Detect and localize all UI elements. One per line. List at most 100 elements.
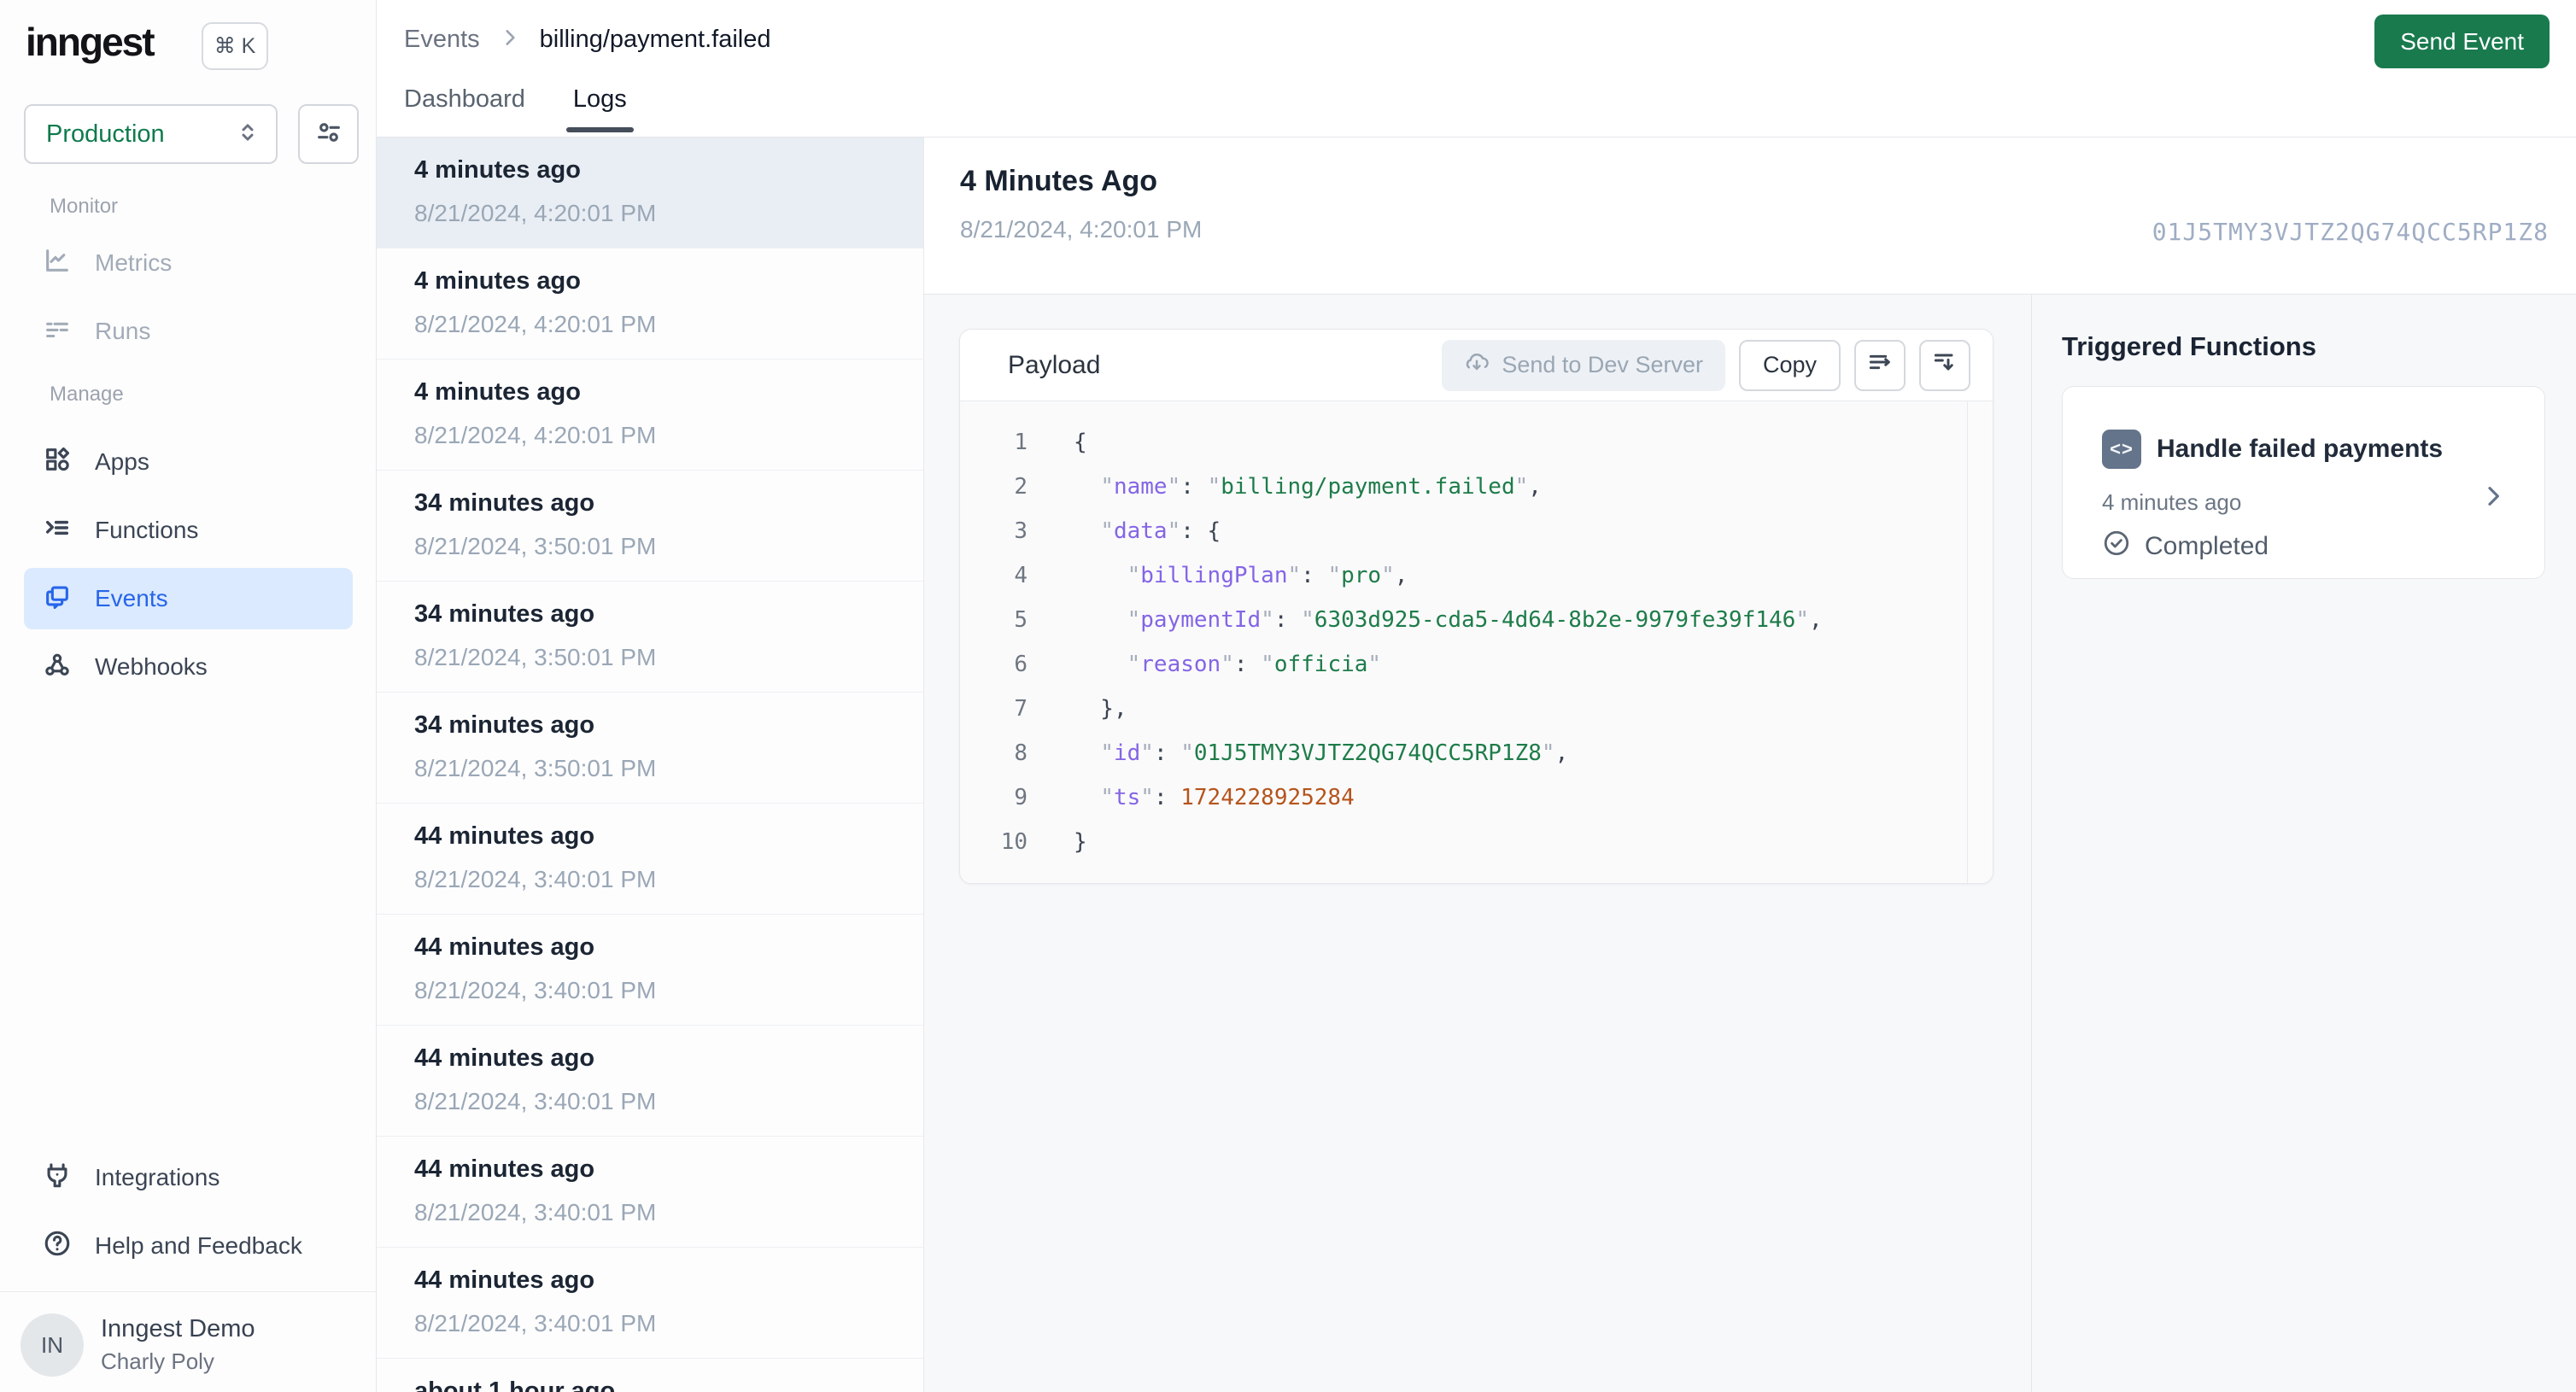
payload-code-lines: 1{2 "name": "billing/payment.failed", 3 "… [960,420,1993,864]
sidebar-item-runs[interactable]: Runs [24,301,353,362]
sidebar-divider [0,1291,377,1292]
code-line: 6 "reason": "officia" [960,642,1993,687]
sidebar-item-help-feedback[interactable]: Help and Feedback [24,1215,353,1277]
event-item-timestamp: 8/21/2024, 4:20:01 PM [414,200,657,226]
event-item-timestamp: 8/21/2024, 3:40:01 PM [414,866,657,892]
code-line: 2 "name": "billing/payment.failed", [960,465,1993,509]
check-circle-icon [2102,529,2131,564]
tab-dashboard[interactable]: Dashboard [404,85,525,132]
user-menu[interactable]: IN Inngest Demo Charly Poly [20,1313,362,1377]
function-code-icon: <> [2102,430,2141,469]
triggered-function-status: Completed [2102,529,2269,564]
sidebar-item-label: Webhooks [95,653,208,680]
status-label: Completed [2145,532,2269,560]
code-line: 8 "id": "01J5TMY3VJTZ2QG74QCC5RP1Z8", [960,731,1993,775]
payload-card: Payload Send to Dev Server Copy 1 {2 "n… [959,329,1993,884]
event-list-item[interactable]: 44 minutes ago 8/21/2024, 3:40:01 PM [377,915,923,1026]
event-item-timestamp: 8/21/2024, 3:40:01 PM [414,977,657,1003]
app-window: inngest ⌘ K Production Monitor Metrics R… [0,0,2576,1392]
breadcrumb: Events billing/payment.failed [404,26,771,54]
event-list-item[interactable]: 44 minutes ago 8/21/2024, 3:40:01 PM [377,804,923,915]
event-list-item[interactable]: 34 minutes ago 8/21/2024, 3:50:01 PM [377,471,923,582]
triggered-function-name: Handle failed payments [2157,435,2444,463]
inngest-logo: inngest [26,20,155,64]
event-list-item[interactable]: 4 minutes ago 8/21/2024, 4:20:01 PM [377,137,923,249]
sliders-icon [314,118,343,151]
code-line: 9 "ts": 1724228925284 [960,775,1993,820]
breadcrumb-events-link[interactable]: Events [404,26,480,54]
sidebar-item-metrics[interactable]: Metrics [24,232,353,294]
sidebar-item-webhooks[interactable]: Webhooks [24,636,353,698]
code-line: 7 }, [960,687,1993,731]
sidebar-section-monitor: Monitor [50,195,119,218]
tab-bar: Dashboard Logs [404,85,634,132]
event-list-item[interactable]: 4 minutes ago 8/21/2024, 4:20:01 PM [377,249,923,360]
event-item-relative-time: 44 minutes ago [414,1266,595,1294]
plug-icon [43,1161,72,1196]
code-line: 3 "data": { [960,509,1993,553]
event-list-item[interactable]: 4 minutes ago 8/21/2024, 4:20:01 PM [377,360,923,471]
code-line-text: { [1074,430,1087,455]
scroll-to-bottom-button[interactable] [1919,339,1970,391]
sidebar-item-integrations[interactable]: Integrations [24,1147,353,1208]
triggered-function-card[interactable]: <> Handle failed payments 4 minutes ago … [2062,386,2545,579]
event-item-timestamp: 8/21/2024, 3:40:01 PM [414,1088,657,1114]
content-divider [2031,295,2032,1392]
command-k-shortcut-badge[interactable]: ⌘ K [202,22,268,70]
chevron-up-down-icon [235,120,261,149]
code-line-number: 10 [1000,829,1027,855]
send-to-dev-server-button[interactable]: Send to Dev Server [1442,339,1725,391]
sidebar-item-functions[interactable]: Functions [24,500,353,561]
event-detail-timestamp: 8/21/2024, 4:20:01 PM [960,216,1203,243]
event-log-list: 4 minutes ago 8/21/2024, 4:20:01 PM 4 minu… [377,137,924,1392]
event-item-relative-time: 4 minutes ago [414,378,581,406]
code-line-text: } [1074,829,1087,855]
user-name: Inngest Demo [101,1315,255,1342]
triggered-function-time: 4 minutes ago [2102,489,2242,515]
event-list-item[interactable]: 44 minutes ago 8/21/2024, 3:40:01 PM [377,1248,923,1359]
sidebar-item-events[interactable]: Events [24,568,353,629]
wrap-text-button[interactable] [1854,339,1906,391]
cloud-download-icon [1464,349,1490,381]
payload-title: Payload [1008,350,1101,379]
code-line-number: 9 [1014,785,1027,810]
event-list-item[interactable]: 34 minutes ago 8/21/2024, 3:50:01 PM [377,693,923,804]
code-line-text: "data": { [1100,518,1221,544]
event-item-relative-time: 44 minutes ago [414,1155,595,1183]
user-org: Charly Poly [101,1348,214,1374]
environment-selector[interactable]: Production [24,104,278,164]
code-line-text: "billingPlan": "pro", [1127,563,1408,588]
tab-logs[interactable]: Logs [565,85,634,132]
triggered-function-row: <> Handle failed payments [2102,430,2443,469]
runs-list-icon [43,314,72,349]
code-line: 1{ [960,420,1993,465]
events-icon [43,582,72,617]
event-item-timestamp: 8/21/2024, 4:20:01 PM [414,422,657,448]
event-list-item[interactable]: about 1 hour ago [377,1359,923,1392]
environment-filter-button[interactable] [298,104,359,164]
functions-icon [43,513,72,548]
event-item-relative-time: 44 minutes ago [414,933,595,961]
event-list-item[interactable]: 34 minutes ago 8/21/2024, 3:50:01 PM [377,582,923,693]
chevron-right-icon [499,26,521,53]
code-line-number: 5 [1014,607,1027,633]
code-line-number: 7 [1014,696,1027,722]
copy-button[interactable]: Copy [1738,339,1841,391]
wrap-text-icon [1866,348,1894,382]
code-line-text: "id": "01J5TMY3VJTZ2QG74QCC5RP1Z8", [1100,740,1569,766]
code-scrollbar[interactable] [1967,401,1993,883]
event-list-item[interactable]: 44 minutes ago 8/21/2024, 3:40:01 PM [377,1137,923,1248]
event-list-item[interactable]: 44 minutes ago 8/21/2024, 3:40:01 PM [377,1026,923,1137]
code-line-number: 8 [1014,740,1027,766]
help-circle-icon [43,1229,72,1264]
event-item-relative-time: 44 minutes ago [414,1044,595,1072]
event-item-timestamp: 8/21/2024, 4:20:01 PM [414,311,657,337]
send-event-button[interactable]: Send Event [2374,15,2550,68]
code-line: 10} [960,820,1993,864]
sidebar-item-label: Events [95,585,168,611]
sidebar-item-label: Runs [95,318,151,344]
sidebar-item-apps[interactable]: Apps [24,431,353,493]
payload-code-editor[interactable]: 1{2 "name": "billing/payment.failed", 3 "… [960,401,1993,883]
event-item-timestamp: 8/21/2024, 3:50:01 PM [414,533,657,559]
webhook-icon [43,650,72,685]
